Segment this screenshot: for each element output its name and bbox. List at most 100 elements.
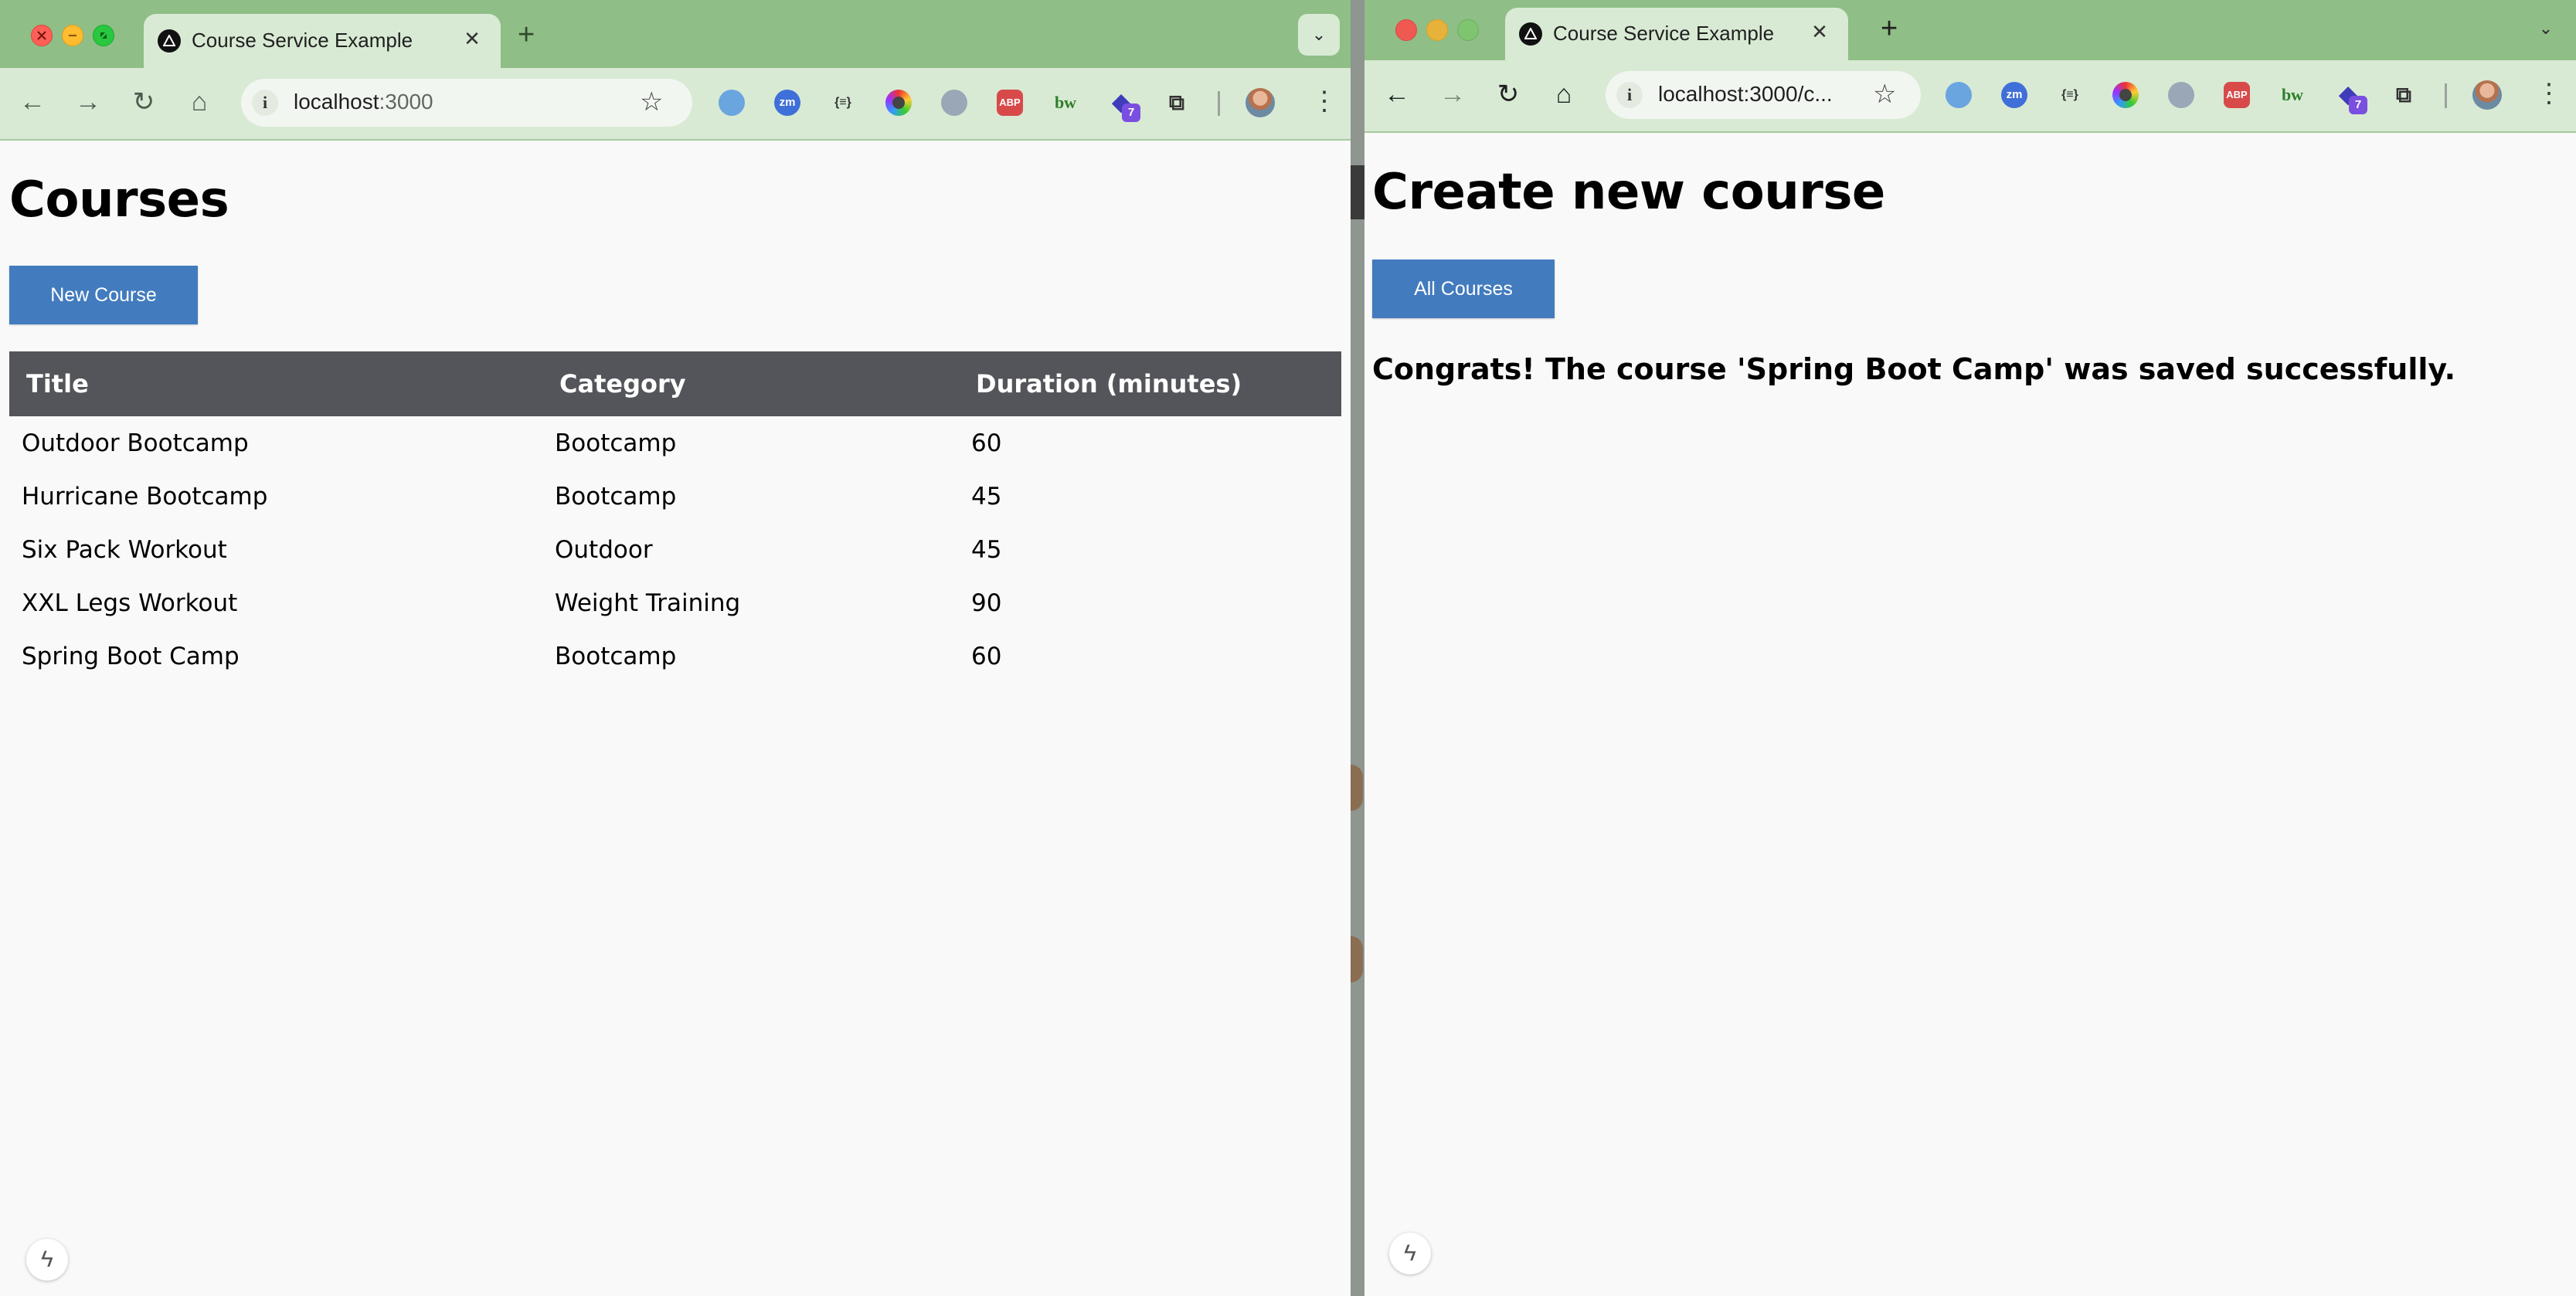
table-row: Spring Boot Camp Bootcamp 60	[9, 629, 1341, 683]
tab-title: Course Service Example	[192, 29, 413, 52]
app-favicon-icon	[1519, 22, 1542, 46]
url-port: :3000	[379, 90, 433, 114]
tab-search-chevron-down-icon[interactable]: ⌄	[1298, 14, 1340, 56]
cell-duration: 90	[971, 589, 1002, 617]
tab-course-service[interactable]: Course Service Example ✕	[1505, 8, 1848, 60]
tab-course-service[interactable]: Course Service Example ✕	[144, 14, 501, 68]
cell-category: Bootcamp	[555, 429, 677, 457]
forward-arrow-icon[interactable]: →	[1437, 79, 1468, 110]
address-url: localhost:3000	[294, 90, 433, 114]
column-header-category: Category	[542, 351, 959, 416]
profile-avatar[interactable]	[1246, 88, 1275, 117]
tab-close-icon[interactable]: ✕	[1806, 19, 1833, 45]
swirl-extension-icon[interactable]	[719, 90, 745, 116]
background-window-strip	[1351, 165, 1364, 219]
bookmark-star-icon[interactable]: ☆	[640, 87, 663, 117]
table-row: Hurricane Bootcamp Bootcamp 45	[9, 470, 1341, 523]
browser-toolbar: ← → ↻ ⌂ i localhost:3000/c... ☆ zm {≡} A…	[1364, 60, 2576, 133]
color-picker-extension-icon[interactable]	[2112, 82, 2139, 108]
zoom-extension-icon[interactable]: zm	[774, 90, 800, 116]
table-row: Outdoor Bootcamp Bootcamp 60	[9, 416, 1341, 470]
column-header-duration: Duration (minutes)	[959, 351, 1341, 416]
address-bar[interactable]: i localhost:3000/c... ☆	[1606, 71, 1921, 119]
home-icon[interactable]: ⌂	[184, 87, 215, 117]
column-header-title: Title	[9, 351, 542, 416]
site-info-icon[interactable]: i	[252, 90, 278, 116]
json-viewer-extension-icon[interactable]: {≡}	[2057, 82, 2083, 108]
minimize-window-button[interactable]	[62, 25, 83, 46]
new-course-button[interactable]: New Course	[9, 266, 198, 324]
close-window-button[interactable]	[1395, 19, 1417, 41]
cell-title: Hurricane Bootcamp	[22, 482, 268, 511]
site-info-icon[interactable]: i	[1616, 82, 1643, 108]
cell-duration: 45	[971, 482, 1002, 511]
back-arrow-icon[interactable]: ←	[17, 87, 48, 117]
graduation-cap-extension-icon[interactable]: ◆ 7	[2335, 82, 2367, 114]
success-message: Congrats! The course 'Spring Boot Camp' …	[1372, 352, 2456, 386]
new-tab-button[interactable]: +	[1881, 14, 1898, 43]
cell-duration: 45	[971, 535, 1002, 564]
tab-bar: Course Service Example ✕ + ⌄	[0, 0, 1351, 68]
extensions-puzzle-icon[interactable]: ⧉	[2391, 82, 2417, 108]
table-row: XXL Legs Workout Weight Training 90	[9, 576, 1341, 629]
all-courses-button[interactable]: All Courses	[1372, 260, 1555, 318]
new-tab-button[interactable]: +	[518, 20, 535, 49]
background-window-edge	[1351, 936, 1363, 982]
reload-icon[interactable]: ↻	[1493, 79, 1524, 110]
graduation-cap-extension-icon[interactable]: ◆ 7	[1108, 90, 1140, 122]
inspector-extension-icon[interactable]	[2168, 82, 2194, 108]
reload-icon[interactable]: ↻	[128, 87, 159, 117]
adblock-plus-extension-icon[interactable]: ABP	[2224, 82, 2250, 108]
tab-close-icon[interactable]: ✕	[459, 25, 485, 52]
browser-toolbar: ← → ↻ ⌂ i localhost:3000 ☆ zm {≡} ABP bw…	[0, 68, 1351, 141]
cell-duration: 60	[971, 642, 1002, 670]
cell-category: Weight Training	[555, 589, 741, 617]
zoom-extension-icon[interactable]: zm	[2001, 82, 2027, 108]
url-host: localhost	[294, 90, 379, 114]
home-icon[interactable]: ⌂	[1548, 79, 1579, 110]
lightning-bolt-icon[interactable]: ϟ	[26, 1239, 68, 1281]
cell-title: Spring Boot Camp	[22, 642, 240, 670]
cell-category: Bootcamp	[555, 642, 677, 670]
json-viewer-extension-icon[interactable]: {≡}	[830, 90, 856, 116]
extensions-puzzle-icon[interactable]: ⧉	[1164, 90, 1190, 116]
swirl-extension-icon[interactable]	[1946, 82, 1972, 108]
browser-menu-icon[interactable]: ⋮	[1311, 88, 1337, 114]
tab-search-chevron-down-icon[interactable]: ⌄	[2525, 8, 2567, 49]
minimize-window-button[interactable]	[1426, 19, 1448, 41]
browser-window-left: Course Service Example ✕ + ⌄ ← → ↻ ⌂ i l…	[0, 0, 1351, 1296]
cell-title: XXL Legs Workout	[22, 589, 238, 617]
toolbar-separator	[2445, 83, 2447, 108]
background-window-edge	[1351, 765, 1363, 811]
cell-category: Outdoor	[555, 535, 653, 564]
forward-arrow-icon[interactable]: →	[73, 87, 104, 117]
extension-badge: 7	[2349, 96, 2367, 114]
profile-avatar[interactable]	[2472, 80, 2502, 110]
address-bar[interactable]: i localhost:3000 ☆	[241, 79, 692, 127]
browser-window-right: Course Service Example ✕ + ⌄ ← → ↻ ⌂ i l…	[1364, 0, 2576, 1296]
fullscreen-window-button[interactable]	[1457, 19, 1479, 41]
browser-menu-icon[interactable]: ⋮	[2536, 80, 2562, 107]
bw-extension-icon[interactable]: bw	[2279, 82, 2306, 108]
cell-title: Outdoor Bootcamp	[22, 429, 249, 457]
courses-page: Courses New Course Title Category Durati…	[0, 141, 1351, 1296]
table-row: Six Pack Workout Outdoor 45	[9, 523, 1341, 576]
app-favicon-icon	[158, 29, 181, 53]
toolbar-separator	[1218, 91, 1220, 116]
page-title: Courses	[9, 171, 229, 229]
fullscreen-window-button[interactable]	[93, 25, 114, 46]
color-picker-extension-icon[interactable]	[885, 90, 912, 116]
bookmark-star-icon[interactable]: ☆	[1873, 79, 1896, 110]
courses-table: Title Category Duration (minutes) Outdoo…	[9, 351, 1341, 683]
back-arrow-icon[interactable]: ←	[1381, 79, 1412, 110]
lightning-bolt-icon[interactable]: ϟ	[1389, 1233, 1431, 1274]
address-url: localhost:3000/c...	[1658, 82, 1833, 106]
adblock-plus-extension-icon[interactable]: ABP	[997, 90, 1023, 116]
bw-extension-icon[interactable]: bw	[1052, 90, 1079, 116]
tab-title: Course Service Example	[1553, 22, 1775, 45]
inspector-extension-icon[interactable]	[941, 90, 967, 116]
cell-category: Bootcamp	[555, 482, 677, 511]
close-window-button[interactable]	[31, 25, 53, 46]
cell-duration: 60	[971, 429, 1002, 457]
extension-badge: 7	[1122, 103, 1140, 122]
